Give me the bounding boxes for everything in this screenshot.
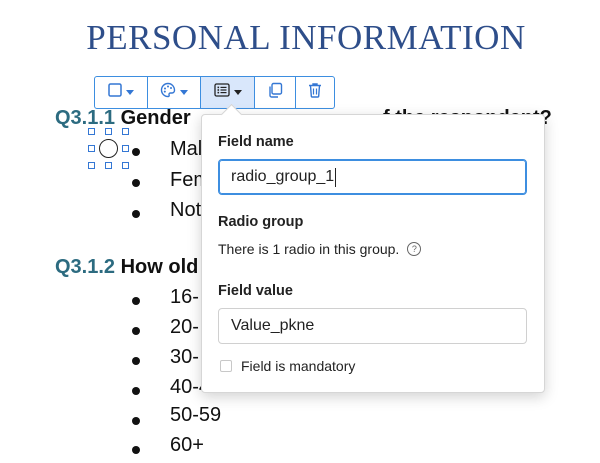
bullet bbox=[132, 446, 140, 454]
question-text: Gender bbox=[115, 107, 191, 129]
delete-button[interactable] bbox=[296, 77, 334, 108]
mandatory-label[interactable]: Field is mandatory bbox=[241, 358, 355, 374]
bullet bbox=[132, 148, 140, 156]
bullet bbox=[132, 417, 140, 425]
radio-group-text: There is 1 radio in this group. bbox=[218, 241, 400, 257]
text-cursor bbox=[335, 167, 337, 187]
list-icon bbox=[213, 83, 230, 102]
option-age: 30- bbox=[170, 346, 199, 368]
resize-handle[interactable] bbox=[105, 128, 112, 135]
help-icon[interactable]: ? bbox=[407, 242, 422, 257]
option-age: 60+ bbox=[170, 434, 204, 456]
color-button[interactable] bbox=[148, 77, 201, 108]
page-title: PERSONAL INFORMATION bbox=[86, 18, 526, 57]
field-properties-button[interactable] bbox=[201, 77, 255, 108]
copy-icon bbox=[267, 82, 283, 103]
bullet bbox=[132, 179, 140, 187]
duplicate-button[interactable] bbox=[255, 77, 296, 108]
bullet bbox=[132, 327, 140, 335]
trash-icon bbox=[308, 82, 322, 103]
radio-group-description: There is 1 radio in this group.? bbox=[218, 241, 422, 257]
resize-handle[interactable] bbox=[88, 162, 95, 169]
field-value-value: Value_pkne bbox=[231, 317, 315, 334]
field-properties-popover: Field name radio_group_1 Radio group The… bbox=[201, 103, 545, 393]
bullet bbox=[132, 387, 140, 395]
resize-handle[interactable] bbox=[122, 162, 129, 169]
resize-handle[interactable] bbox=[88, 128, 95, 135]
question-gender: Q3.1.1 Gender bbox=[55, 107, 191, 130]
option-age: 20- bbox=[170, 316, 199, 338]
square-outline-icon bbox=[108, 83, 122, 102]
radio-button-selected[interactable] bbox=[88, 128, 130, 170]
field-name-label: Field name bbox=[218, 134, 294, 150]
bullet bbox=[132, 357, 140, 365]
resize-handle[interactable] bbox=[105, 162, 112, 169]
chevron-down-icon bbox=[233, 90, 242, 95]
question-text: How old bbox=[115, 256, 199, 278]
chevron-down-icon bbox=[126, 90, 134, 95]
mandatory-checkbox[interactable] bbox=[220, 360, 232, 372]
field-name-input[interactable]: radio_group_1 bbox=[218, 159, 527, 195]
radio-group-label: Radio group bbox=[218, 214, 304, 230]
radio-circle[interactable] bbox=[99, 139, 118, 158]
field-style-button[interactable] bbox=[95, 77, 148, 108]
field-toolbar bbox=[94, 76, 335, 109]
resize-handle[interactable] bbox=[122, 145, 129, 152]
field-value-label: Field value bbox=[218, 283, 293, 299]
bullet bbox=[132, 210, 140, 218]
question-number: Q3.1.1 bbox=[55, 107, 116, 129]
field-name-value: radio_group_1 bbox=[231, 168, 335, 185]
chevron-down-icon bbox=[180, 90, 188, 95]
bullet bbox=[132, 297, 140, 305]
question-number: Q3.1.2 bbox=[55, 256, 116, 278]
option-age: 16- bbox=[170, 286, 199, 308]
palette-icon bbox=[160, 82, 176, 103]
question-age: Q3.1.2 How old bbox=[55, 256, 198, 279]
option-not: Not bbox=[170, 199, 202, 221]
field-value-input[interactable]: Value_pkne bbox=[218, 308, 527, 344]
resize-handle[interactable] bbox=[122, 128, 129, 135]
resize-handle[interactable] bbox=[88, 145, 95, 152]
option-age: 50-59 bbox=[170, 404, 222, 426]
